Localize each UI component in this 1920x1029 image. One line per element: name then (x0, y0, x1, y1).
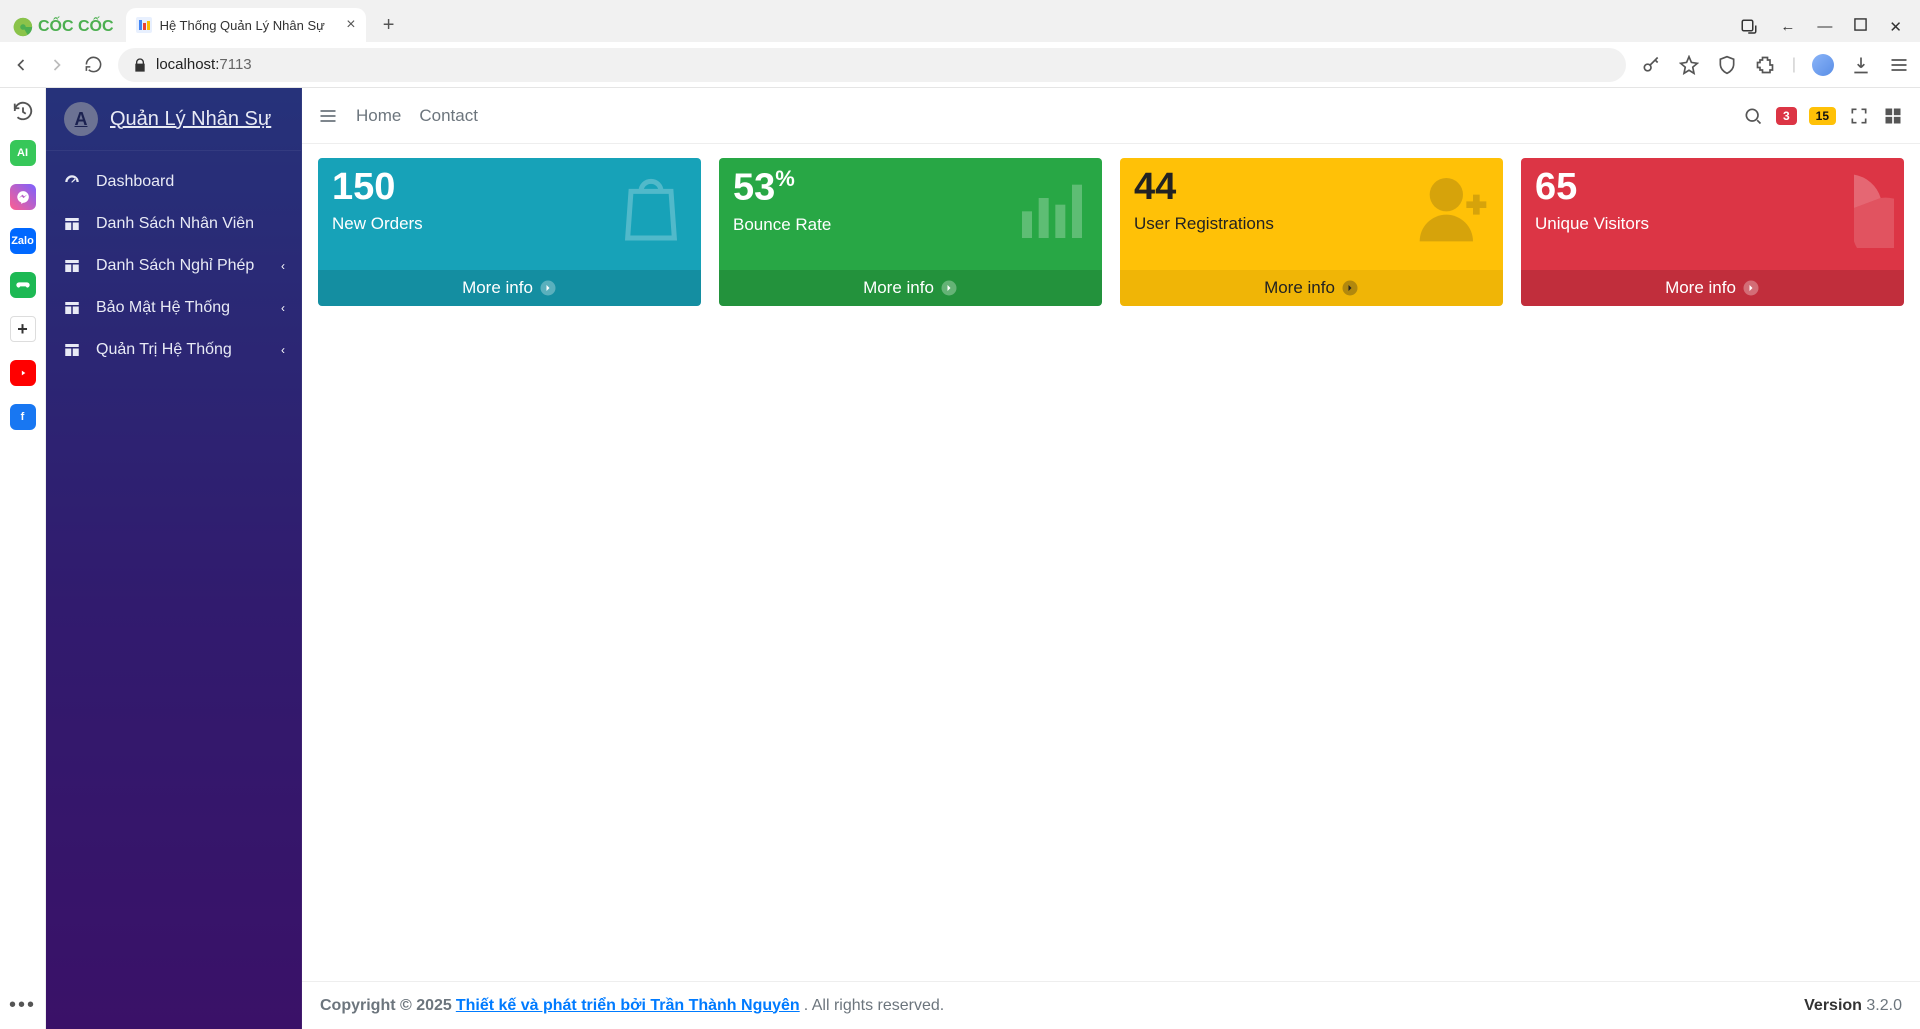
browser-logo-text: CỐC CỐC (38, 18, 114, 36)
zalo-icon[interactable]: Zalo (10, 228, 36, 254)
address-bar[interactable]: localhost:7113 (118, 48, 1626, 82)
tab-favicon-icon (136, 17, 152, 33)
bag-icon (611, 168, 691, 248)
chevron-left-icon: ‹ (281, 301, 285, 315)
extensions-icon[interactable] (1754, 54, 1776, 76)
tab-title: Hệ Thống Quản Lý Nhân Sự (160, 18, 325, 33)
more-info-link[interactable]: More info (318, 270, 701, 306)
stat-card-unique-visitors: 65Unique VisitorsMore info (1521, 158, 1904, 306)
sidebar-item-danh-sách-nhân-viên[interactable]: Danh Sách Nhân Viên (46, 203, 301, 245)
browser-logo: CỐC CỐC (8, 16, 118, 42)
back-arrow-icon[interactable]: ← (1780, 18, 1795, 36)
nav-contact[interactable]: Contact (419, 106, 478, 126)
download-icon[interactable] (1850, 54, 1872, 76)
user-plus-icon (1413, 168, 1493, 248)
screenshot-icon[interactable] (1740, 18, 1758, 36)
sidebar-item-label: Danh Sách Nhân Viên (96, 215, 254, 233)
toolbar-right: | (1640, 54, 1910, 76)
app-sidebar: A Quản Lý Nhân Sự Dashboard Danh Sách Nhâ… (46, 88, 302, 1029)
sidebar-more-icon[interactable]: ••• (9, 994, 36, 1017)
more-info-link[interactable]: More info (1120, 270, 1503, 306)
table-icon (62, 341, 82, 359)
app-brand-text: Quản Lý Nhân Sự (110, 108, 271, 131)
sidebar-item-danh-sách-nghỉ-phép[interactable]: Danh Sách Nghỉ Phép ‹ (46, 245, 301, 287)
app-footer: Copyright © 2025 Thiết kế và phát triển … (302, 981, 1920, 1029)
more-info-link[interactable]: More info (1521, 270, 1904, 306)
chevron-left-icon: ‹ (281, 343, 285, 357)
sidebar-menu: Dashboard Danh Sách Nhân Viên Danh Sách Ng… (46, 151, 301, 371)
game-icon[interactable] (10, 272, 36, 298)
url-text: localhost:7113 (156, 56, 252, 73)
messenger-icon[interactable] (10, 184, 36, 210)
nav-home[interactable]: Home (356, 106, 401, 126)
arrow-circle-right-icon (1742, 279, 1760, 297)
footer-suffix: . All rights reserved. (804, 997, 945, 1015)
menu-icon[interactable] (1888, 54, 1910, 76)
lock-icon (132, 57, 148, 73)
app-logo-icon: A (64, 102, 98, 136)
app-brand[interactable]: A Quản Lý Nhân Sự (46, 88, 301, 151)
dashboard-cards: 150New OrdersMore info 53%Bounce RateMor… (302, 144, 1920, 981)
footer-copyright: Copyright © 2025 (320, 997, 452, 1015)
grid-icon[interactable] (1882, 105, 1904, 127)
sidebar-item-quản-trị-hệ-thống[interactable]: Quản Trị Hệ Thống ‹ (46, 329, 301, 371)
sidebar-item-label: Dashboard (96, 173, 174, 191)
youtube-icon[interactable] (10, 360, 36, 386)
dashboard-icon (62, 173, 82, 191)
arrow-circle-right-icon (940, 279, 958, 297)
key-icon[interactable] (1640, 54, 1662, 76)
footer-link[interactable]: Thiết kế và phát triển bởi Trần Thành Ng… (456, 997, 800, 1015)
arrow-circle-right-icon (539, 279, 557, 297)
window-close-icon[interactable]: ✕ (1889, 18, 1902, 36)
add-shortcut-icon[interactable]: + (10, 316, 36, 342)
profile-avatar[interactable] (1812, 54, 1834, 76)
window-maximize-icon[interactable] (1854, 18, 1867, 36)
table-icon (62, 215, 82, 233)
sidebar-item-label: Bảo Mật Hệ Thống (96, 299, 230, 317)
footer-version: Version 3.2.0 (1804, 997, 1902, 1015)
star-icon[interactable] (1678, 54, 1700, 76)
arrow-circle-right-icon (1341, 279, 1359, 297)
sidebar-item-label: Danh Sách Nghỉ Phép (96, 257, 254, 275)
window-minimize-icon[interactable]: — (1817, 18, 1832, 36)
facebook-icon[interactable]: f (10, 404, 36, 430)
more-info-link[interactable]: More info (719, 270, 1102, 306)
shield-icon[interactable] (1716, 54, 1738, 76)
fullscreen-icon[interactable] (1848, 105, 1870, 127)
sidebar-item-label: Quản Trị Hệ Thống (96, 341, 232, 359)
window-controls: ← — ✕ (1740, 18, 1912, 42)
browser-tab-strip: CỐC CỐC Hệ Thống Quản Lý Nhân Sự × + ← —… (0, 0, 1920, 42)
ai-icon[interactable]: AI (10, 140, 36, 166)
stat-card-user-registrations: 44User RegistrationsMore info (1120, 158, 1503, 306)
browser-sidebar: AI Zalo + f ••• (0, 88, 46, 1029)
sidebar-item-bảo-mật-hệ-thống[interactable]: Bảo Mật Hệ Thống ‹ (46, 287, 301, 329)
notifications-badge-red[interactable]: 3 (1776, 107, 1797, 125)
topbar-search-icon[interactable] (1742, 105, 1764, 127)
nav-reload-icon[interactable] (82, 54, 104, 76)
app-topbar: Home Contact 3 15 (302, 88, 1920, 144)
sidebar-item-dashboard[interactable]: Dashboard (46, 161, 301, 203)
notifications-badge-yellow[interactable]: 15 (1809, 107, 1836, 125)
bars-icon (1012, 168, 1092, 248)
nav-back-icon[interactable] (10, 54, 32, 76)
table-icon (62, 257, 82, 275)
tab-close-icon[interactable]: × (346, 16, 355, 34)
stat-card-new-orders: 150New OrdersMore info (318, 158, 701, 306)
chevron-left-icon: ‹ (281, 259, 285, 273)
nav-forward-icon (46, 54, 68, 76)
table-icon (62, 299, 82, 317)
new-tab-button[interactable]: + (374, 10, 404, 40)
history-icon[interactable] (12, 100, 34, 122)
pie-icon (1814, 168, 1894, 248)
browser-tab[interactable]: Hệ Thống Quản Lý Nhân Sự × (126, 8, 366, 42)
hamburger-icon[interactable] (318, 106, 338, 126)
stat-card-bounce-rate: 53%Bounce RateMore info (719, 158, 1102, 306)
browser-url-bar-row: localhost:7113 | (0, 42, 1920, 88)
